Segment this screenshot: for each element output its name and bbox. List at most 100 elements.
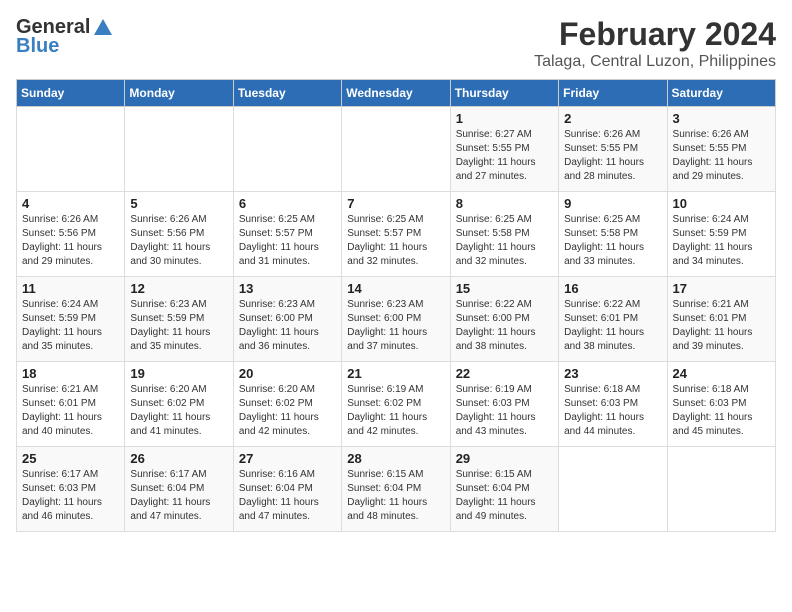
cell-content: Sunrise: 6:26 AMSunset: 5:56 PMDaylight:… (22, 213, 119, 269)
day-number: 27 (239, 451, 336, 466)
cell-content: Sunrise: 6:24 AMSunset: 5:59 PMDaylight:… (22, 298, 119, 354)
cell-content: Sunrise: 6:25 AMSunset: 5:58 PMDaylight:… (564, 213, 661, 269)
cell-content: Sunrise: 6:21 AMSunset: 6:01 PMDaylight:… (22, 383, 119, 439)
day-number: 26 (130, 451, 227, 466)
weekday-header-friday: Friday (559, 80, 667, 107)
calendar-cell: 5 Sunrise: 6:26 AMSunset: 5:56 PMDaylight… (125, 192, 233, 277)
calendar-cell: 10 Sunrise: 6:24 AMSunset: 5:59 PMDayligh… (667, 192, 775, 277)
weekday-header-monday: Monday (125, 80, 233, 107)
day-number: 10 (673, 196, 770, 211)
day-number: 14 (347, 281, 444, 296)
calendar-cell: 28 Sunrise: 6:15 AMSunset: 6:04 PMDayligh… (342, 447, 450, 532)
day-number: 2 (564, 111, 661, 126)
calendar-cell: 16 Sunrise: 6:22 AMSunset: 6:01 PMDayligh… (559, 277, 667, 362)
calendar-cell: 6 Sunrise: 6:25 AMSunset: 5:57 PMDaylight… (233, 192, 341, 277)
cell-content: Sunrise: 6:16 AMSunset: 6:04 PMDaylight:… (239, 468, 336, 524)
header: General Blue February 2024 Talaga, Centr… (16, 16, 776, 71)
cell-content: Sunrise: 6:26 AMSunset: 5:55 PMDaylight:… (564, 128, 661, 184)
cell-content: Sunrise: 6:23 AMSunset: 6:00 PMDaylight:… (347, 298, 444, 354)
calendar-cell: 15 Sunrise: 6:22 AMSunset: 6:00 PMDayligh… (450, 277, 558, 362)
calendar-cell: 27 Sunrise: 6:16 AMSunset: 6:04 PMDayligh… (233, 447, 341, 532)
cell-content: Sunrise: 6:17 AMSunset: 6:03 PMDaylight:… (22, 468, 119, 524)
logo: General Blue (16, 16, 114, 58)
day-number: 7 (347, 196, 444, 211)
calendar-cell: 7 Sunrise: 6:25 AMSunset: 5:57 PMDaylight… (342, 192, 450, 277)
weekday-header-sunday: Sunday (17, 80, 125, 107)
day-number: 9 (564, 196, 661, 211)
day-number: 24 (673, 366, 770, 381)
calendar-cell: 19Sunrise: 6:20 AMSunset: 6:02 PMDayligh… (125, 362, 233, 447)
cell-content: Sunrise: 6:26 AMSunset: 5:56 PMDaylight:… (130, 213, 227, 269)
calendar-cell: 29Sunrise: 6:15 AMSunset: 6:04 PMDayligh… (450, 447, 558, 532)
calendar-cell (667, 447, 775, 532)
day-number: 29 (456, 451, 553, 466)
cell-content: Sunrise: 6:20 AMSunset: 6:02 PMDaylight:… (130, 383, 227, 439)
calendar-cell: 21 Sunrise: 6:19 AMSunset: 6:02 PMDayligh… (342, 362, 450, 447)
cell-content: Sunrise: 6:23 AMSunset: 5:59 PMDaylight:… (130, 298, 227, 354)
day-number: 3 (673, 111, 770, 126)
location-title: Talaga, Central Luzon, Philippines (534, 53, 776, 71)
calendar-cell: 22 Sunrise: 6:19 AMSunset: 6:03 PMDayligh… (450, 362, 558, 447)
logo-blue: Blue (16, 35, 59, 58)
calendar-cell (125, 107, 233, 192)
calendar-table: SundayMondayTuesdayWednesdayThursdayFrid… (16, 79, 776, 532)
calendar-cell: 3 Sunrise: 6:26 AMSunset: 5:55 PMDaylight… (667, 107, 775, 192)
cell-content: Sunrise: 6:19 AMSunset: 6:03 PMDaylight:… (456, 383, 553, 439)
cell-content: Sunrise: 6:25 AMSunset: 5:57 PMDaylight:… (239, 213, 336, 269)
calendar-cell: 18 Sunrise: 6:21 AMSunset: 6:01 PMDayligh… (17, 362, 125, 447)
calendar-cell: 8Sunrise: 6:25 AMSunset: 5:58 PMDaylight… (450, 192, 558, 277)
calendar-cell (233, 107, 341, 192)
calendar-cell: 12 Sunrise: 6:23 AMSunset: 5:59 PMDayligh… (125, 277, 233, 362)
day-number: 23 (564, 366, 661, 381)
title-area: February 2024 Talaga, Central Luzon, Phi… (534, 16, 776, 71)
cell-content: Sunrise: 6:25 AMSunset: 5:57 PMDaylight:… (347, 213, 444, 269)
cell-content: Sunrise: 6:26 AMSunset: 5:55 PMDaylight:… (673, 128, 770, 184)
calendar-cell (17, 107, 125, 192)
day-number: 20 (239, 366, 336, 381)
calendar-cell: 20 Sunrise: 6:20 AMSunset: 6:02 PMDayligh… (233, 362, 341, 447)
calendar-cell: 23 Sunrise: 6:18 AMSunset: 6:03 PMDayligh… (559, 362, 667, 447)
day-number: 12 (130, 281, 227, 296)
cell-content: Sunrise: 6:22 AMSunset: 6:00 PMDaylight:… (456, 298, 553, 354)
cell-content: Sunrise: 6:18 AMSunset: 6:03 PMDaylight:… (564, 383, 661, 439)
calendar-cell: 9 Sunrise: 6:25 AMSunset: 5:58 PMDaylight… (559, 192, 667, 277)
weekday-header-thursday: Thursday (450, 80, 558, 107)
logo-icon (92, 17, 114, 39)
cell-content: Sunrise: 6:25 AMSunset: 5:58 PMDaylight:… (456, 213, 553, 269)
cell-content: Sunrise: 6:18 AMSunset: 6:03 PMDaylight:… (673, 383, 770, 439)
cell-content: Sunrise: 6:21 AMSunset: 6:01 PMDaylight:… (673, 298, 770, 354)
cell-content: Sunrise: 6:15 AMSunset: 6:04 PMDaylight:… (347, 468, 444, 524)
calendar-cell: 25 Sunrise: 6:17 AMSunset: 6:03 PMDayligh… (17, 447, 125, 532)
day-number: 25 (22, 451, 119, 466)
calendar-cell: 4 Sunrise: 6:26 AMSunset: 5:56 PMDaylight… (17, 192, 125, 277)
calendar-cell: 13Sunrise: 6:23 AMSunset: 6:00 PMDayligh… (233, 277, 341, 362)
day-number: 11 (22, 281, 119, 296)
calendar-cell (342, 107, 450, 192)
day-number: 18 (22, 366, 119, 381)
day-number: 28 (347, 451, 444, 466)
calendar-cell: 2 Sunrise: 6:26 AMSunset: 5:55 PMDaylight… (559, 107, 667, 192)
cell-content: Sunrise: 6:19 AMSunset: 6:02 PMDaylight:… (347, 383, 444, 439)
cell-content: Sunrise: 6:24 AMSunset: 5:59 PMDaylight:… (673, 213, 770, 269)
cell-content: Sunrise: 6:22 AMSunset: 6:01 PMDaylight:… (564, 298, 661, 354)
weekday-header-tuesday: Tuesday (233, 80, 341, 107)
day-number: 21 (347, 366, 444, 381)
calendar-cell: 26 Sunrise: 6:17 AMSunset: 6:04 PMDayligh… (125, 447, 233, 532)
day-number: 17 (673, 281, 770, 296)
calendar-cell: 1 Sunrise: 6:27 AMSunset: 5:55 PMDaylight… (450, 107, 558, 192)
day-number: 4 (22, 196, 119, 211)
cell-content: Sunrise: 6:17 AMSunset: 6:04 PMDaylight:… (130, 468, 227, 524)
calendar-cell (559, 447, 667, 532)
day-number: 13 (239, 281, 336, 296)
day-number: 22 (456, 366, 553, 381)
day-number: 16 (564, 281, 661, 296)
day-number: 5 (130, 196, 227, 211)
calendar-cell: 24 Sunrise: 6:18 AMSunset: 6:03 PMDayligh… (667, 362, 775, 447)
day-number: 15 (456, 281, 553, 296)
day-number: 1 (456, 111, 553, 126)
weekday-header-saturday: Saturday (667, 80, 775, 107)
weekday-header-wednesday: Wednesday (342, 80, 450, 107)
day-number: 6 (239, 196, 336, 211)
cell-content: Sunrise: 6:20 AMSunset: 6:02 PMDaylight:… (239, 383, 336, 439)
cell-content: Sunrise: 6:27 AMSunset: 5:55 PMDaylight:… (456, 128, 553, 184)
